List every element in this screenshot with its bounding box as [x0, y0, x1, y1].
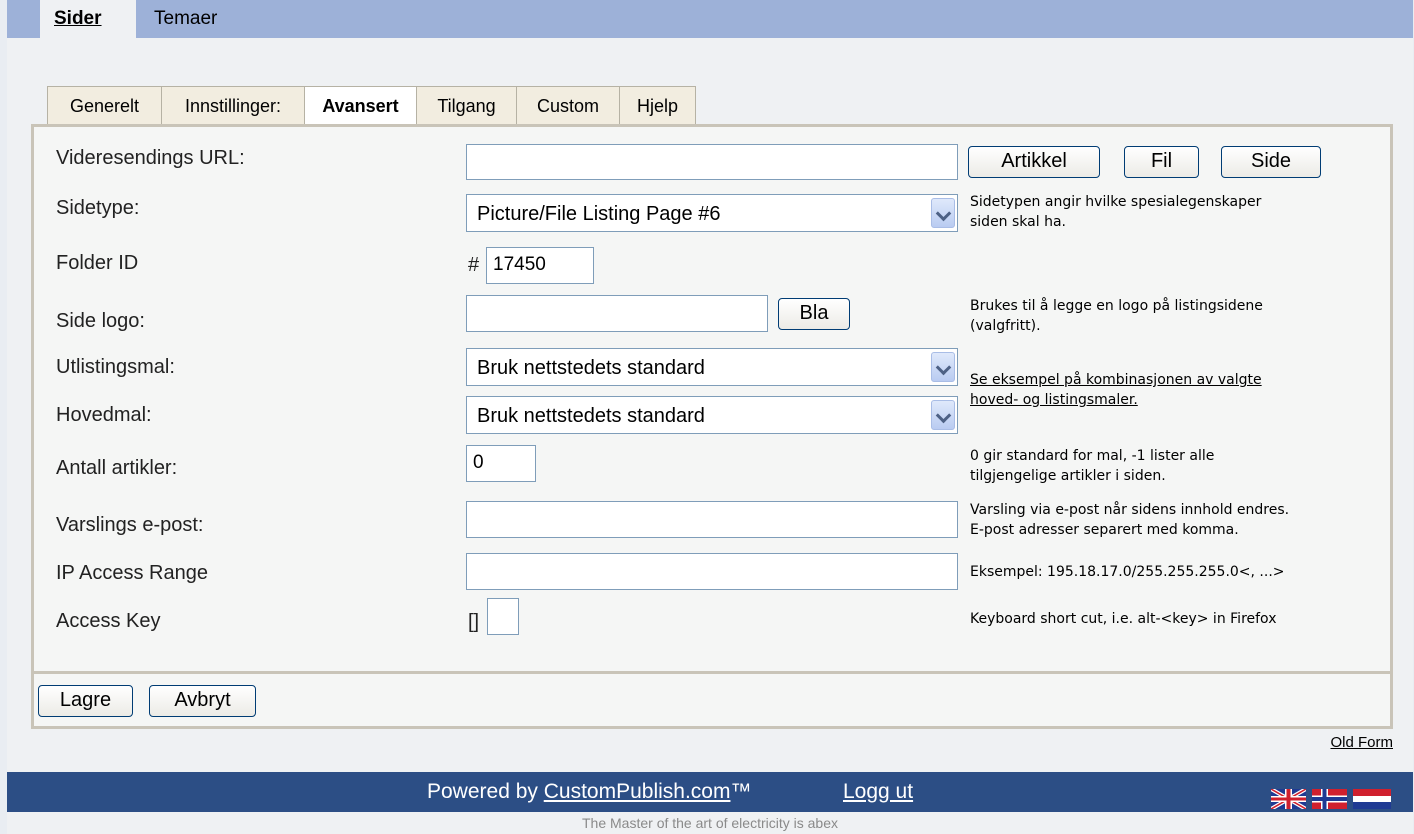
access-key-prefix: []: [468, 611, 480, 633]
page-link-button[interactable]: Side: [1221, 146, 1321, 178]
page-type-select[interactable]: Picture/File Listing Page #6: [466, 194, 958, 232]
tab-hjelp[interactable]: Hjelp: [619, 86, 696, 124]
listing-template-selected: Bruk nettstedets standard: [477, 357, 705, 379]
folder-id-label: Folder ID: [56, 252, 139, 274]
page-logo-input[interactable]: [466, 295, 768, 332]
footer-tagline: The Master of the art of electricity is …: [582, 815, 838, 831]
article-link-button[interactable]: Artikkel: [968, 146, 1100, 178]
notify-email-help-line-1: Varsling via e-post når sidens innhold e…: [970, 502, 1290, 518]
powered-by-text: Powered by: [427, 780, 544, 803]
ip-range-input[interactable]: [466, 553, 958, 590]
customPublish-link[interactable]: CustomPublish.com: [544, 780, 731, 803]
save-button[interactable]: Lagre: [38, 685, 133, 717]
tab-tilgang[interactable]: Tilgang: [416, 86, 517, 124]
tab-generelt[interactable]: Generelt: [47, 86, 162, 124]
browse-button[interactable]: Bla: [778, 298, 850, 330]
article-count-help-line-2: tilgjengelige artikler i siden.: [970, 468, 1166, 484]
footer-bar: Powered by CustomPublish.com™ Logg ut: [7, 772, 1413, 812]
main-template-label: Hovedmal:: [56, 404, 152, 426]
folder-id-input[interactable]: 17450: [486, 247, 594, 284]
tab-innstillinger[interactable]: Innstillinger:: [161, 86, 305, 124]
tab-custom[interactable]: Custom: [516, 86, 620, 124]
listing-template-label: Utlistingsmal:: [56, 356, 175, 378]
notify-email-input[interactable]: [466, 501, 958, 538]
old-form-link[interactable]: Old Form: [1330, 734, 1393, 751]
page-type-help-line-2: siden skal ha.: [970, 214, 1066, 230]
access-key-help: Keyboard short cut, i.e. alt-<key> in Fi…: [970, 611, 1277, 627]
powered-by: Powered by CustomPublish.com™: [427, 772, 751, 812]
app-frame: Sider Temaer Generelt Innstillinger: Ava…: [7, 0, 1413, 834]
top-nav-sider[interactable]: Sider: [54, 8, 102, 30]
listing-template-select[interactable]: Bruk nettstedets standard: [466, 348, 958, 386]
ip-range-label: IP Access Range: [56, 562, 208, 584]
chevron-down-icon[interactable]: [931, 198, 955, 228]
access-key-label: Access Key: [56, 610, 161, 632]
logout-link[interactable]: Logg ut: [843, 772, 913, 812]
article-count-help-line-1: 0 gir standard for mal, -1 lister alle: [970, 448, 1215, 464]
top-nav-temaer[interactable]: Temaer: [154, 8, 217, 30]
folder-id-prefix: #: [468, 254, 480, 276]
top-nav-bar: Sider Temaer: [7, 0, 1413, 42]
page-type-selected: Picture/File Listing Page #6: [477, 203, 721, 225]
chevron-down-icon[interactable]: [931, 352, 955, 382]
page-type-label: Sidetype:: [56, 197, 140, 219]
main-template-selected: Bruk nettstedets standard: [477, 405, 705, 427]
page-logo-label: Side logo:: [56, 310, 145, 332]
access-key-input[interactable]: [487, 598, 519, 635]
cancel-button[interactable]: Avbryt: [149, 685, 256, 717]
page-logo-help-line-2: (valgfritt).: [970, 318, 1041, 334]
trademark-symbol: ™: [730, 780, 752, 803]
template-preview-link-line-2[interactable]: hoved- og listingsmaler.: [970, 392, 1138, 408]
page-type-help: Sidetypen angir hvilke spesialegenskaper…: [970, 192, 1261, 232]
page-logo-help-line-1: Brukes til å legge en logo på listingsid…: [970, 298, 1263, 314]
page-logo-help: Brukes til å legge en logo på listingsid…: [970, 296, 1263, 336]
main-template-select[interactable]: Bruk nettstedets standard: [466, 396, 958, 434]
template-preview-link-line-1[interactable]: Se eksempel på kombinasjonen av valgte: [970, 372, 1262, 388]
article-count-input[interactable]: 0: [466, 445, 536, 482]
notify-email-help: Varsling via e-post når sidens innhold e…: [970, 500, 1289, 540]
uk-flag-icon[interactable]: [1271, 789, 1306, 809]
template-preview-link[interactable]: Se eksempel på kombinasjonen av valgte h…: [970, 370, 1262, 410]
article-count-help: 0 gir standard for mal, -1 lister alle t…: [970, 446, 1214, 486]
notify-email-help-line-2: E-post adresser separert med komma.: [970, 522, 1239, 538]
tab-avansert[interactable]: Avansert: [304, 86, 417, 128]
netherlands-flag-icon[interactable]: [1353, 789, 1391, 809]
article-count-label: Antall artikler:: [56, 457, 178, 479]
redirect-url-input[interactable]: [466, 144, 958, 180]
redirect-url-label: Videresendings URL:: [56, 147, 245, 169]
notify-email-label: Varslings e-post:: [56, 514, 204, 536]
file-link-button[interactable]: Fil: [1124, 146, 1199, 178]
ip-range-help: Eksempel: 195.18.17.0/255.255.255.0<, ..…: [970, 564, 1285, 580]
norway-flag-icon[interactable]: [1312, 789, 1347, 809]
page-type-help-line-1: Sidetypen angir hvilke spesialegenskaper: [970, 194, 1262, 210]
chevron-down-icon[interactable]: [931, 400, 955, 430]
